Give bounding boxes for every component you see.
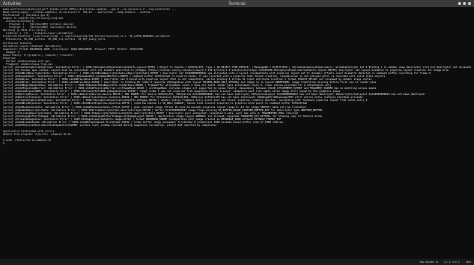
network-icon[interactable] xyxy=(458,2,461,5)
status-bar: Tab Width: 8 Ln 1, Col 1 INS xyxy=(0,259,474,265)
power-icon[interactable] xyxy=(468,2,471,5)
terminal-line: $ xyxy=(3,142,7,146)
window-title: Terminal xyxy=(228,1,246,6)
status-item[interactable]: Tab Width: 8 xyxy=(419,259,438,265)
terminal-window[interactable]: make perf/tools/ubuntu/p4-perf $(make pr… xyxy=(0,7,474,259)
status-right: Tab Width: 8 Ln 1, Col 1 INS xyxy=(419,259,471,265)
status-item[interactable]: Ln 1, Col 1 xyxy=(444,259,460,265)
system-tray[interactable] xyxy=(458,0,471,5)
top-bar: Activities Terminal xyxy=(0,0,474,7)
volume-icon[interactable] xyxy=(463,2,466,5)
status-item[interactable]: INS xyxy=(466,259,471,265)
terminal-output[interactable]: make perf/tools/ubuntu/p4-perf $(make pr… xyxy=(0,7,474,145)
